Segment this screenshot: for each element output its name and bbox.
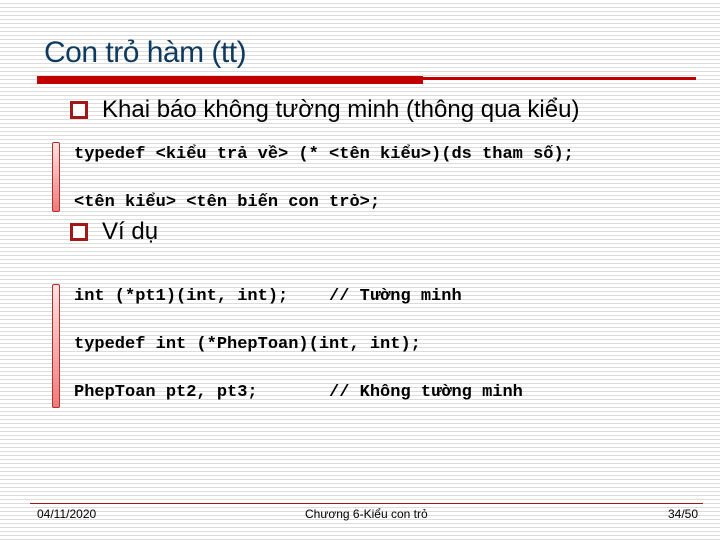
- code-line: int (*pt1)(int, int); // Tường minh: [74, 287, 462, 306]
- footer-date: 04/11/2020: [37, 507, 97, 521]
- bullet-text: Ví dụ: [102, 218, 159, 245]
- hollow-square-bullet-icon: [70, 101, 88, 119]
- code-line: typedef <kiểu trả về> (* <tên kiểu>)(ds …: [74, 145, 574, 164]
- footer-chapter: Chương 6-Kiểu con trỏ: [305, 507, 428, 521]
- code-line: typedef int (*PhepToan)(int, int);: [74, 335, 421, 354]
- code-line: <tên kiểu> <tên biến con trỏ>;: [74, 193, 381, 212]
- slide-title: Con trỏ hàm (tt): [44, 36, 247, 69]
- footer-page-number: 34/50: [667, 507, 698, 521]
- bullet-item: Ví dụ: [70, 218, 158, 246]
- footer-divider: [30, 503, 703, 504]
- bullet-text: Khai báo không tường minh (thông qua kiể…: [102, 96, 580, 123]
- code-line: PhepToan pt2, pt3; // Không tường minh: [74, 383, 523, 402]
- bullet-item: Khai báo không tường minh (thông qua kiể…: [70, 96, 579, 124]
- hollow-square-bullet-icon: [70, 223, 88, 241]
- code-block-marker: [52, 284, 60, 408]
- code-block-marker: [52, 142, 60, 212]
- title-underline-thick: [37, 76, 423, 84]
- title-underline-thin: [420, 77, 696, 80]
